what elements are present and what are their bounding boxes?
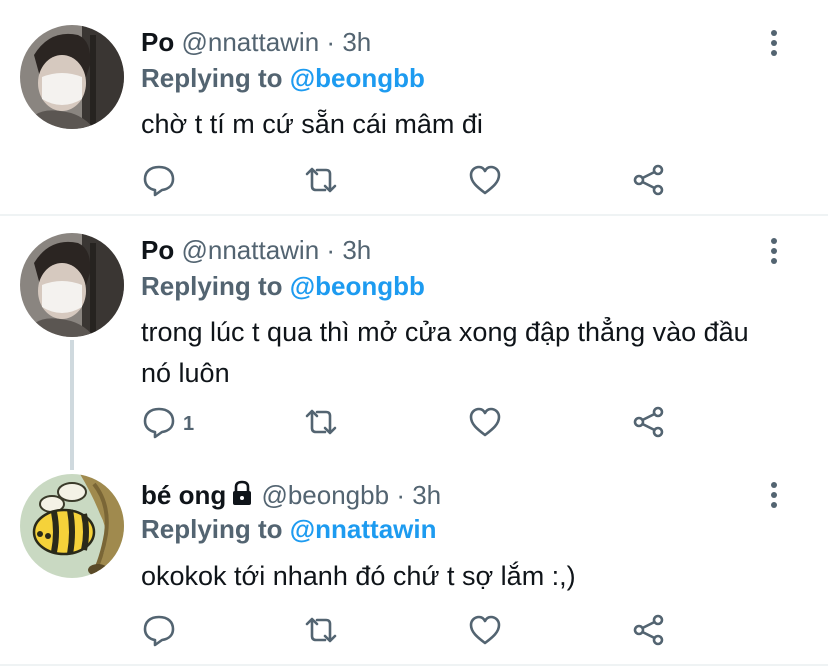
retweet-button[interactable] [301,612,341,652]
display-name[interactable]: Po [141,27,174,57]
reply-button[interactable] [141,162,183,202]
timestamp[interactable]: 3h [412,480,441,510]
replying-to: Replying to @beongbb [141,62,425,94]
tweet-text: chờ t tí m cứ sẵn cái mâm đi [141,109,483,139]
tweet-text: okokok tới nhanh đó chứ t sợ lắm :,) [141,561,576,591]
replying-to: Replying to @nnattawin [141,513,436,545]
person-masked-avatar-image [20,233,124,337]
like-button[interactable] [467,612,503,652]
timestamp[interactable]: 3h [342,235,371,265]
display-name[interactable]: Po [141,235,174,265]
action-bar [141,612,701,652]
avatar[interactable] [20,233,124,337]
reply-icon [141,404,177,445]
reply-button[interactable] [141,612,183,652]
retweet-icon [301,404,341,445]
separator: · [326,235,336,265]
like-icon [467,612,503,653]
more-icon[interactable] [760,28,788,58]
replying-prefix: Replying to [141,63,283,93]
like-icon [467,162,503,203]
share-icon [631,612,667,653]
handle[interactable]: @nnattawin [181,27,319,57]
tweet-header: Po @nnattawin · 3h [141,26,371,58]
reply-count: 1 [183,412,195,435]
tweet-1[interactable]: Po @nnattawin · 3h Replying to @beongbb … [0,0,828,216]
share-button[interactable] [631,612,667,652]
handle[interactable]: @beongbb [261,480,389,510]
share-icon [631,162,667,203]
replying-to: Replying to @beongbb [141,270,425,302]
retweet-button[interactable] [301,404,341,444]
reply-icon [141,612,177,653]
thread-connector [70,340,74,470]
replying-to-handle[interactable]: @beongbb [290,271,425,301]
share-button[interactable] [631,162,667,202]
tweet-3[interactable]: bé ong @beongbb · 3h Replying to @nnatta… [0,462,828,666]
tweet-header: Po @nnattawin · 3h [141,234,371,266]
more-icon[interactable] [760,236,788,266]
reply-icon [141,162,177,203]
tweet-header: bé ong @beongbb · 3h [141,479,441,513]
reply-button[interactable]: 1 [141,404,194,444]
tweet-2[interactable]: Po @nnattawin · 3h Replying to @beongbb … [0,216,828,470]
share-icon [631,404,667,445]
avatar[interactable] [20,25,124,129]
replying-prefix: Replying to [141,514,283,544]
bee-avatar-image [20,474,124,578]
display-name[interactable]: bé ong [141,480,226,510]
separator: · [396,480,405,510]
like-button[interactable] [467,404,503,444]
person-masked-avatar-image [20,25,124,129]
retweet-icon [301,162,341,203]
replying-to-handle[interactable]: @beongbb [290,63,425,93]
lock-icon [230,480,254,513]
avatar[interactable] [20,474,124,578]
retweet-icon [301,612,341,653]
action-bar [141,162,701,202]
handle[interactable]: @nnattawin [181,235,319,265]
timestamp[interactable]: 3h [342,27,371,57]
share-button[interactable] [631,404,667,444]
like-button[interactable] [467,162,503,202]
replying-prefix: Replying to [141,271,283,301]
like-icon [467,404,503,445]
replying-to-handle[interactable]: @nnattawin [290,514,437,544]
action-bar: 1 [141,404,701,444]
separator: · [326,27,336,57]
more-icon[interactable] [760,480,788,510]
tweet-text: trong lúc t qua thì mở cửa xong đập thẳn… [141,317,749,388]
retweet-button[interactable] [301,162,341,202]
